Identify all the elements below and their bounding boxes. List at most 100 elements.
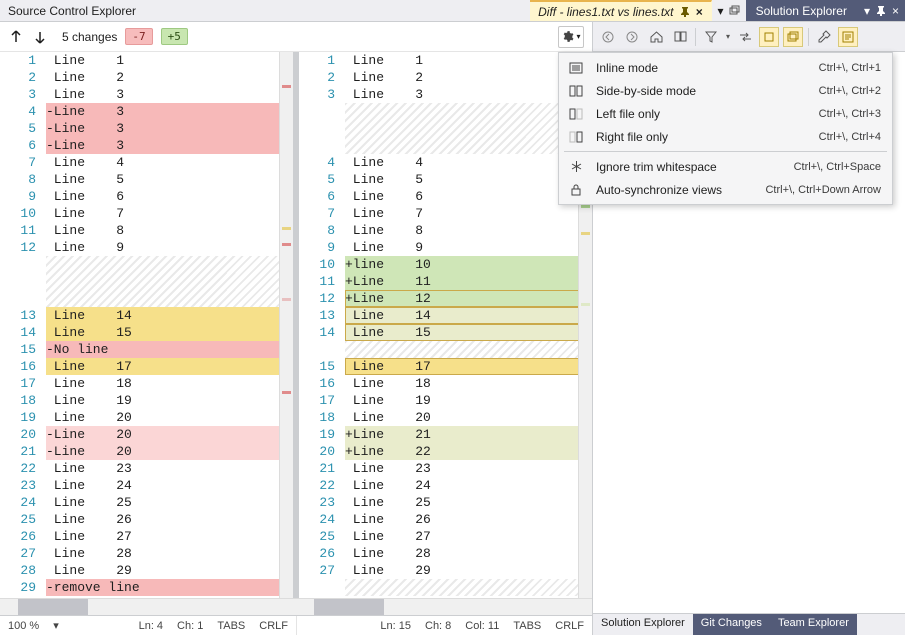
code-line[interactable]: Line 17 — [345, 358, 592, 375]
code-line[interactable] — [345, 137, 592, 154]
code-line[interactable]: Line 26 — [46, 511, 293, 528]
close-icon[interactable]: × — [892, 4, 899, 18]
home-icon[interactable] — [647, 28, 665, 46]
code-line[interactable]: Line 2 — [46, 69, 293, 86]
code-line[interactable]: Line 23 — [46, 460, 293, 477]
tab-dropdown-icon[interactable]: ▾ — [718, 4, 724, 18]
filter-icon[interactable] — [702, 28, 720, 46]
code-line[interactable]: -Line 3 — [46, 103, 293, 120]
code-line[interactable]: +Line 21 — [345, 426, 592, 443]
code-line[interactable]: Line 28 — [46, 545, 293, 562]
menu-item-right-file-only[interactable]: Right file onlyCtrl+\, Ctrl+4 — [562, 125, 889, 148]
right-hscroll[interactable] — [314, 599, 384, 615]
code-line[interactable]: Line 30 — [46, 596, 293, 598]
code-line[interactable]: Line 29 — [46, 562, 293, 579]
code-line[interactable] — [46, 256, 293, 273]
code-line[interactable]: Line 5 — [345, 171, 592, 188]
code-line[interactable]: Line 7 — [345, 205, 592, 222]
code-line[interactable]: Line 15 — [345, 324, 592, 341]
code-line[interactable]: Line 3 — [46, 86, 293, 103]
code-line[interactable]: Line 25 — [345, 494, 592, 511]
code-line[interactable]: Line 27 — [345, 528, 592, 545]
code-line[interactable]: Line 28 — [345, 545, 592, 562]
code-line[interactable]: -Line 3 — [46, 120, 293, 137]
code-line[interactable]: Line 15 — [46, 324, 293, 341]
menu-item-auto-synchronize-views[interactable]: Auto-synchronize viewsCtrl+\, Ctrl+Down … — [562, 178, 889, 201]
code-line[interactable]: Line 17 — [46, 358, 293, 375]
code-line[interactable]: Line 18 — [345, 375, 592, 392]
preview-icon[interactable] — [839, 28, 857, 46]
menu-item-inline-mode[interactable]: Inline modeCtrl+\, Ctrl+1 — [562, 56, 889, 79]
code-line[interactable]: +Line 11 — [345, 273, 592, 290]
code-line[interactable]: Line 20 — [46, 409, 293, 426]
code-line[interactable]: Line 8 — [46, 222, 293, 239]
code-line[interactable]: Line 19 — [46, 392, 293, 409]
code-line[interactable]: Line 2 — [345, 69, 592, 86]
zoom-level[interactable]: 100 % — [8, 620, 39, 632]
tab-restore-icon[interactable] — [728, 5, 740, 17]
tab-diff[interactable]: Diff - lines1.txt vs lines.txt × — [530, 0, 711, 21]
menu-item-side-by-side-mode[interactable]: Side-by-side modeCtrl+\, Ctrl+2 — [562, 79, 889, 102]
left-hscroll[interactable] — [18, 599, 88, 615]
code-line[interactable]: Line 3 — [345, 86, 592, 103]
properties-icon[interactable] — [815, 28, 833, 46]
code-line[interactable]: Line 9 — [46, 239, 293, 256]
left-text-content[interactable]: Line 1 Line 2 Line 3-Line 3-Line 3-Line … — [46, 52, 293, 598]
code-line[interactable]: Line 27 — [46, 528, 293, 545]
code-line[interactable]: Line 18 — [46, 375, 293, 392]
code-line[interactable]: +Line 12 — [345, 290, 592, 307]
left-overview-ruler[interactable] — [279, 52, 293, 598]
code-line[interactable] — [46, 273, 293, 290]
sync-icon[interactable] — [736, 28, 754, 46]
code-line[interactable]: Line 23 — [345, 460, 592, 477]
code-line[interactable]: Line 1 — [345, 52, 592, 69]
panel-menu-icon[interactable]: ▾ — [864, 4, 870, 18]
close-icon[interactable]: × — [696, 5, 703, 19]
code-line[interactable]: -No line — [46, 341, 293, 358]
code-line[interactable]: Line 14 — [345, 307, 592, 324]
tab-solution-explorer[interactable]: Solution Explorer — [746, 0, 858, 21]
code-line[interactable]: Line 7 — [46, 205, 293, 222]
code-line[interactable]: Line 6 — [345, 188, 592, 205]
code-line[interactable]: -Line 3 — [46, 137, 293, 154]
next-change-button[interactable] — [32, 29, 48, 45]
code-line[interactable]: Line 26 — [345, 511, 592, 528]
code-line[interactable] — [345, 341, 592, 358]
code-line[interactable]: +Line 22 — [345, 443, 592, 460]
code-line[interactable] — [345, 579, 592, 596]
diff-settings-button[interactable]: ▾ — [558, 26, 584, 48]
code-line[interactable] — [46, 290, 293, 307]
code-line[interactable]: Line 24 — [46, 477, 293, 494]
code-line[interactable]: -Line 20 — [46, 443, 293, 460]
switch-views-icon[interactable] — [671, 28, 689, 46]
zoom-caret-icon[interactable]: ▾ — [53, 619, 59, 632]
code-line[interactable]: Line 8 — [345, 222, 592, 239]
refresh-icon[interactable] — [760, 28, 778, 46]
code-line[interactable]: -Line 20 — [46, 426, 293, 443]
collapse-all-icon[interactable] — [784, 28, 802, 46]
right-text-content[interactable]: Line 1 Line 2 Line 3 Line 4 Line 5 Line … — [345, 52, 592, 598]
prev-change-button[interactable] — [8, 29, 24, 45]
code-line[interactable]: +line 10 — [345, 256, 592, 273]
tab-source-control[interactable]: Source Control Explorer — [0, 0, 145, 21]
pin-icon[interactable] — [680, 7, 690, 17]
left-diff-pane[interactable]: 1234567891011121314151617181920212223242… — [0, 52, 293, 598]
code-line[interactable] — [345, 120, 592, 137]
tab-solution-explorer-bottom[interactable]: Solution Explorer — [593, 614, 693, 635]
code-line[interactable]: Line 30 — [345, 596, 592, 598]
code-line[interactable]: Line 24 — [345, 477, 592, 494]
menu-item-ignore-trim-whitespace[interactable]: Ignore trim whitespaceCtrl+\, Ctrl+Space — [562, 155, 889, 178]
code-line[interactable]: Line 1 — [46, 52, 293, 69]
tab-git-changes[interactable]: Git Changes — [693, 614, 770, 635]
code-line[interactable]: Line 19 — [345, 392, 592, 409]
tab-team-explorer[interactable]: Team Explorer — [770, 614, 857, 635]
right-diff-pane[interactable]: 1234567891011121314151617181920212223242… — [299, 52, 592, 598]
forward-icon[interactable] — [623, 28, 641, 46]
caret-down-icon[interactable]: ▾ — [726, 32, 730, 41]
code-line[interactable]: Line 4 — [46, 154, 293, 171]
back-icon[interactable] — [599, 28, 617, 46]
code-line[interactable]: Line 9 — [345, 239, 592, 256]
code-line[interactable]: -remove line — [46, 579, 293, 596]
pin-icon[interactable] — [876, 6, 886, 16]
code-line[interactable]: Line 20 — [345, 409, 592, 426]
